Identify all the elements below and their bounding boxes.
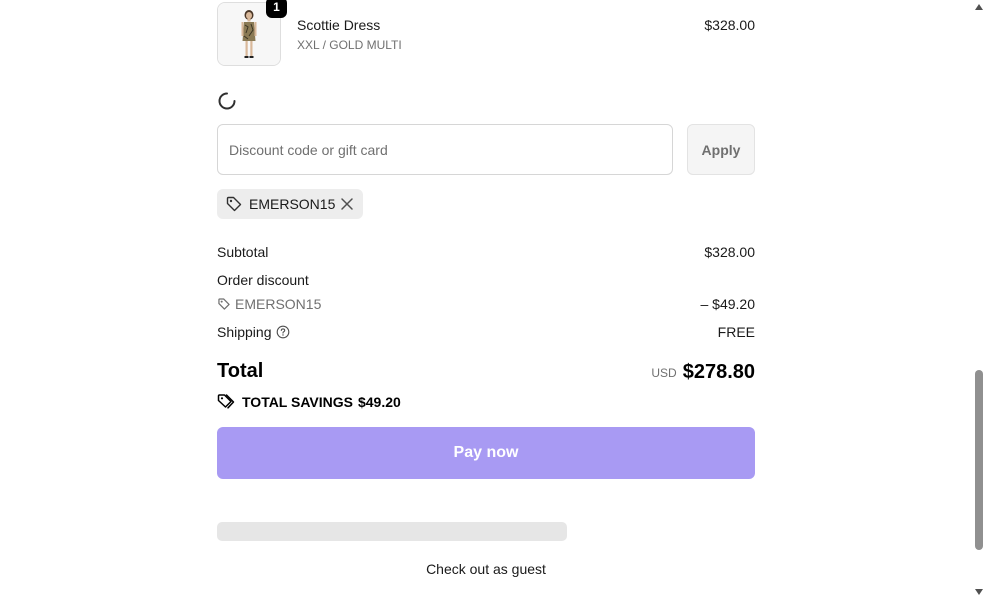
total-value-group: USD $278.80 [651, 361, 755, 384]
product-name: Scottie Dress [297, 17, 381, 33]
line-item: 1 Scottie Dress XXL / GOLD MULTI $328.00 [217, 0, 755, 68]
product-variant: XXL / GOLD MULTI [297, 38, 402, 52]
savings-value: $49.20 [357, 394, 401, 410]
subtotal-row: Subtotal $328.00 [217, 244, 755, 260]
total-savings: TOTAL SAVINGS $49.20 [217, 393, 401, 411]
guest-checkout-link[interactable]: Check out as guest [217, 561, 755, 577]
currency-code: USD [651, 366, 677, 380]
quantity-badge: 1 [266, 0, 287, 18]
applied-discount-code: EMERSON15 [249, 196, 336, 212]
scroll-down-arrow-icon[interactable] [975, 589, 983, 595]
spinner-icon [218, 92, 236, 110]
discount-value: – $49.20 [700, 296, 756, 312]
subtotal-value: $328.00 [704, 244, 755, 260]
shipping-row: Shipping FREE [217, 324, 755, 340]
question-circle-icon[interactable] [276, 325, 290, 339]
scrollbar[interactable] [972, 0, 987, 599]
shipping-label: Shipping [217, 324, 272, 340]
order-discount-row: Order discount [217, 272, 755, 288]
tag-icon [226, 196, 242, 212]
order-discount-label: Order discount [217, 272, 309, 288]
close-icon[interactable] [339, 196, 355, 212]
loading-placeholder [217, 522, 567, 541]
total-value: $278.80 [682, 361, 755, 383]
product-price: $328.00 [704, 17, 755, 33]
tags-icon [217, 394, 235, 409]
apply-discount-button[interactable]: Apply [687, 124, 755, 175]
discount-code-text: EMERSON15 [235, 296, 322, 312]
scrollbar-thumb[interactable] [975, 370, 983, 550]
pay-now-button[interactable]: Pay now [217, 427, 755, 479]
applied-discount-tag: EMERSON15 [217, 189, 363, 219]
discount-code-input[interactable] [217, 124, 673, 175]
scroll-up-arrow-icon[interactable] [975, 4, 983, 10]
subtotal-label: Subtotal [217, 244, 269, 260]
shipping-value: FREE [717, 324, 755, 340]
savings-label: TOTAL SAVINGS [242, 394, 353, 410]
tag-icon [218, 298, 230, 310]
total-label: Total [217, 360, 264, 382]
discount-code-line: EMERSON15 [217, 296, 321, 312]
checkout-page: 1 Scottie Dress XXL / GOLD MULTI $328.00… [0, 0, 987, 599]
